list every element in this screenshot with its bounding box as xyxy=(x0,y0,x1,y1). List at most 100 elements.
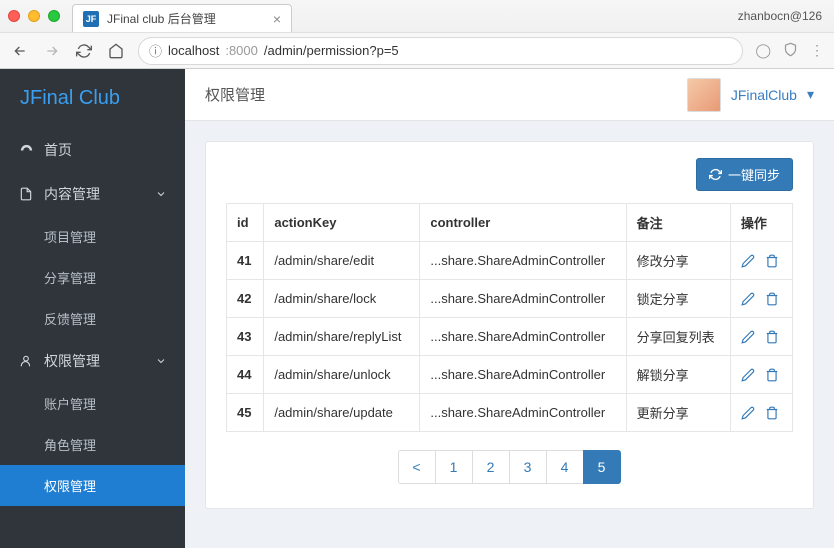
toolbar: ⓘ localhost :8000/admin/permission?p=5 ◯ … xyxy=(0,32,834,68)
card: 一键同步 id actionKey controller 备注 操作 41/ad… xyxy=(205,141,814,509)
main: 权限管理 JFinalClub ▾ 一键同步 id xyxy=(185,69,834,548)
cell-remark: 更新分享 xyxy=(626,394,730,432)
cell-actionkey: /admin/share/edit xyxy=(264,242,420,280)
page-3[interactable]: 3 xyxy=(509,450,547,484)
page-5[interactable]: 5 xyxy=(583,450,621,484)
page-1[interactable]: 1 xyxy=(435,450,473,484)
delete-icon[interactable] xyxy=(765,406,779,420)
back-icon[interactable] xyxy=(10,41,30,61)
browser-chrome: JF JFinal club 后台管理 × zhanbocn@126 ⓘ loc… xyxy=(0,0,834,69)
table-row: 41/admin/share/edit...share.ShareAdminCo… xyxy=(227,242,793,280)
cell-controller: ...share.ShareAdminController xyxy=(420,318,626,356)
shield-icon[interactable] xyxy=(783,42,798,59)
brand-logo[interactable]: JFinal Club xyxy=(0,69,185,128)
cell-actionkey: /admin/share/lock xyxy=(264,280,420,318)
tab-strip: JF JFinal club 后台管理 × zhanbocn@126 xyxy=(0,0,834,32)
chrome-profile-label[interactable]: zhanbocn@126 xyxy=(738,9,822,23)
dashboard-icon xyxy=(18,143,34,158)
cell-actionkey: /admin/share/update xyxy=(264,394,420,432)
th-controller: controller xyxy=(420,204,626,242)
cell-controller: ...share.ShareAdminController xyxy=(420,394,626,432)
browser-tab[interactable]: JF JFinal club 后台管理 × xyxy=(72,4,292,32)
user-menu[interactable]: JFinalClub ▾ xyxy=(687,78,814,112)
sidebar: JFinal Club 首页 内容管理 项目管理 分享管理 反馈管理 权限管理 … xyxy=(0,69,185,548)
sidebar-item-project[interactable]: 项目管理 xyxy=(0,216,185,257)
favicon-icon: JF xyxy=(83,11,99,27)
edit-icon[interactable] xyxy=(741,330,755,344)
page-2[interactable]: 2 xyxy=(472,450,510,484)
table-row: 44/admin/share/unlock...share.ShareAdmin… xyxy=(227,356,793,394)
edit-icon[interactable] xyxy=(741,368,755,382)
close-window-icon[interactable] xyxy=(8,10,20,22)
cell-id: 43 xyxy=(227,318,264,356)
user-icon xyxy=(18,354,34,368)
table-row: 42/admin/share/lock...share.ShareAdminCo… xyxy=(227,280,793,318)
cell-remark: 锁定分享 xyxy=(626,280,730,318)
toolbar-right: ◯ ⋮ xyxy=(755,42,824,59)
sidebar-item-label: 首页 xyxy=(44,140,72,160)
card-actions: 一键同步 xyxy=(226,158,793,191)
sidebar-item-permission-sub[interactable]: 权限管理 xyxy=(0,465,185,506)
forward-icon[interactable] xyxy=(42,41,62,61)
cell-ops xyxy=(730,242,792,280)
url-host: localhost xyxy=(168,43,219,58)
refresh-icon xyxy=(709,168,722,181)
username-label: JFinalClub xyxy=(731,87,797,103)
table-row: 43/admin/share/replyList...share.ShareAd… xyxy=(227,318,793,356)
caret-down-icon: ▾ xyxy=(807,86,814,103)
content: 一键同步 id actionKey controller 备注 操作 41/ad… xyxy=(185,121,834,529)
home-icon[interactable] xyxy=(106,41,126,61)
cell-controller: ...share.ShareAdminController xyxy=(420,242,626,280)
close-tab-icon[interactable]: × xyxy=(273,11,281,27)
sidebar-item-content[interactable]: 内容管理 xyxy=(0,172,185,216)
page-4[interactable]: 4 xyxy=(546,450,584,484)
cell-id: 41 xyxy=(227,242,264,280)
url-path: /admin/permission?p=5 xyxy=(264,43,399,58)
th-actionkey: actionKey xyxy=(264,204,420,242)
maximize-window-icon[interactable] xyxy=(48,10,60,22)
cell-actionkey: /admin/share/replyList xyxy=(264,318,420,356)
edit-icon[interactable] xyxy=(741,292,755,306)
sidebar-item-home[interactable]: 首页 xyxy=(0,128,185,172)
edit-icon[interactable] xyxy=(741,406,755,420)
sync-button[interactable]: 一键同步 xyxy=(696,158,793,191)
cell-controller: ...share.ShareAdminController xyxy=(420,356,626,394)
edit-icon[interactable] xyxy=(741,254,755,268)
pagination: <12345 xyxy=(226,450,793,484)
cell-remark: 修改分享 xyxy=(626,242,730,280)
table-row: 45/admin/share/update...share.ShareAdmin… xyxy=(227,394,793,432)
cell-id: 42 xyxy=(227,280,264,318)
page-title: 权限管理 xyxy=(205,84,265,105)
table-header-row: id actionKey controller 备注 操作 xyxy=(227,204,793,242)
sidebar-item-share[interactable]: 分享管理 xyxy=(0,257,185,298)
minimize-window-icon[interactable] xyxy=(28,10,40,22)
cell-ops xyxy=(730,394,792,432)
cell-controller: ...share.ShareAdminController xyxy=(420,280,626,318)
site-info-icon[interactable]: ⓘ xyxy=(149,41,162,60)
sidebar-item-account[interactable]: 账户管理 xyxy=(0,383,185,424)
delete-icon[interactable] xyxy=(765,330,779,344)
delete-icon[interactable] xyxy=(765,292,779,306)
topbar: 权限管理 JFinalClub ▾ xyxy=(185,69,834,121)
menu-icon[interactable]: ⋮ xyxy=(810,42,824,59)
page-prev[interactable]: < xyxy=(398,450,436,484)
cell-actionkey: /admin/share/unlock xyxy=(264,356,420,394)
cell-ops xyxy=(730,318,792,356)
sidebar-item-label: 权限管理 xyxy=(44,351,100,371)
delete-icon[interactable] xyxy=(765,254,779,268)
sidebar-item-role[interactable]: 角色管理 xyxy=(0,424,185,465)
sidebar-item-feedback[interactable]: 反馈管理 xyxy=(0,298,185,339)
address-bar[interactable]: ⓘ localhost :8000/admin/permission?p=5 xyxy=(138,37,743,65)
sidebar-menu: 首页 内容管理 项目管理 分享管理 反馈管理 权限管理 账户管理 角色管理 权限… xyxy=(0,128,185,506)
window-controls xyxy=(8,10,60,22)
cell-remark: 分享回复列表 xyxy=(626,318,730,356)
url-port: :8000 xyxy=(225,43,258,58)
cell-ops xyxy=(730,356,792,394)
delete-icon[interactable] xyxy=(765,368,779,382)
extension-icon[interactable]: ◯ xyxy=(755,42,771,59)
chevron-down-icon xyxy=(155,188,167,200)
th-remark: 备注 xyxy=(626,204,730,242)
cell-ops xyxy=(730,280,792,318)
sidebar-item-permission[interactable]: 权限管理 xyxy=(0,339,185,383)
reload-icon[interactable] xyxy=(74,41,94,61)
